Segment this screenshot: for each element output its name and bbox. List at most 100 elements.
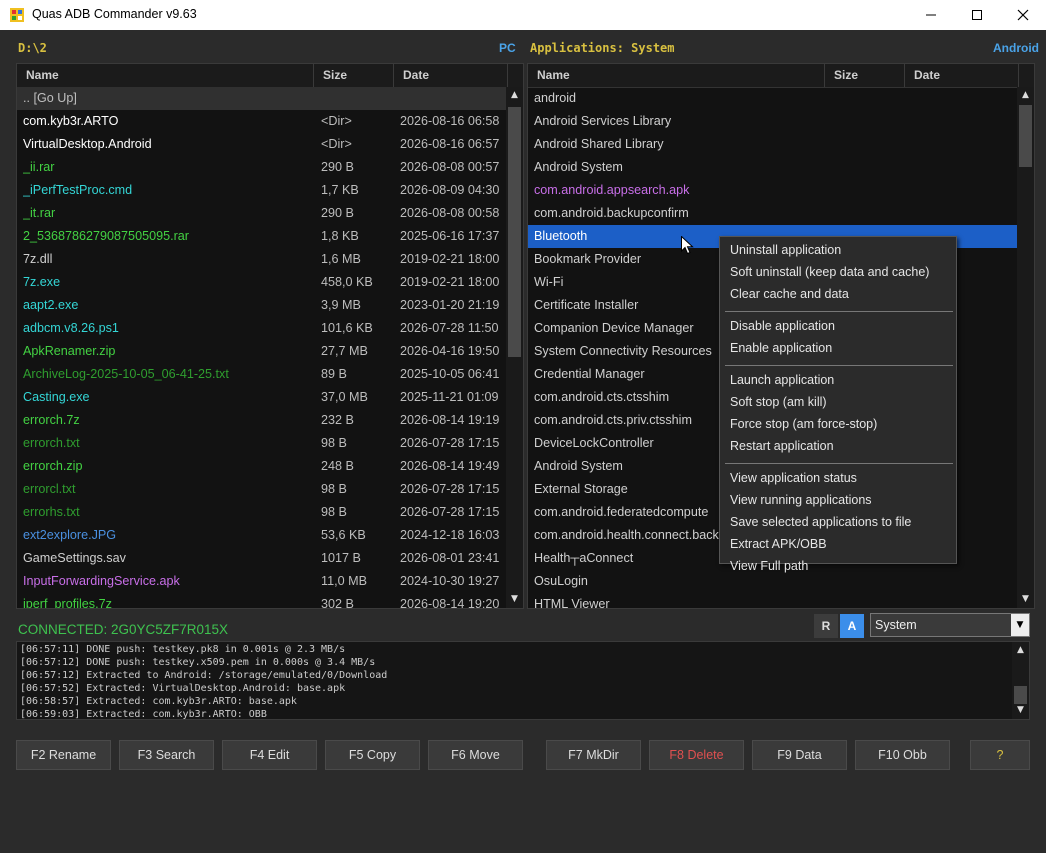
app-row[interactable]: Android Shared Library <box>528 133 1017 156</box>
file-row[interactable]: ArchiveLog-2025-10-05_06-41-25.txt 89 B 20… <box>17 363 506 386</box>
file-row[interactable]: adbcm.v8.26.ps1 101,6 KB 2026-07-28 11:50 <box>17 317 506 340</box>
function-key-button[interactable]: F5 Copy <box>325 740 420 770</box>
file-name: VirtualDesktop.Android <box>23 137 152 151</box>
app-row[interactable]: com.android.appsearch.apk <box>528 179 1017 202</box>
function-key-button[interactable]: F9 Data <box>752 740 847 770</box>
function-key-button[interactable]: F2 Rename <box>16 740 111 770</box>
app-row[interactable]: HTML Viewer <box>528 593 1017 608</box>
minimize-button[interactable] <box>908 0 954 30</box>
function-key-button[interactable]: F3 Search <box>119 740 214 770</box>
function-key-button[interactable]: F6 Move <box>428 740 523 770</box>
menu-item[interactable]: Soft stop (am kill) <box>730 393 827 411</box>
file-size: 37,0 MB <box>321 390 368 404</box>
function-key-button[interactable]: F7 MkDir <box>546 740 641 770</box>
file-row[interactable]: _iPerfTestProc.cmd 1,7 KB 2026-08-09 04:30 <box>17 179 506 202</box>
scroll-down-icon[interactable]: ▼ <box>506 591 523 608</box>
file-size: 290 B <box>321 206 354 220</box>
scroll-thumb[interactable] <box>508 107 521 357</box>
file-date: 2026-08-08 00:57 <box>400 160 500 174</box>
log-line: [06:57:52] Extracted: VirtualDesktop.And… <box>20 683 346 694</box>
file-row[interactable]: errorcl.txt 98 B 2026-07-28 17:15 <box>17 478 506 501</box>
menu-item[interactable]: Force stop (am force-stop) <box>730 415 877 433</box>
function-key-button[interactable]: ? <box>970 740 1030 770</box>
file-row[interactable]: ext2explore.JPG 53,6 KB 2024-12-18 16:03 <box>17 524 506 547</box>
log-output[interactable]: [06:57:11] DONE push: testkey.pk8 in 0.0… <box>16 641 1030 720</box>
file-row[interactable]: iperf_profiles.7z 302 B 2026-08-14 19:20 <box>17 593 506 608</box>
function-key-button[interactable]: F8 Delete <box>649 740 744 770</box>
file-size: 98 B <box>321 505 347 519</box>
menu-item[interactable]: View Full path <box>730 557 808 575</box>
file-row[interactable]: errorch.txt 98 B 2026-07-28 17:15 <box>17 432 506 455</box>
log-line: [06:57:12] DONE push: testkey.x509.pem i… <box>20 657 376 668</box>
app-row[interactable]: Android Services Library <box>528 110 1017 133</box>
file-size: 27,7 MB <box>321 344 368 358</box>
menu-item[interactable]: Uninstall application <box>730 241 841 259</box>
scroll-up-icon[interactable]: ▲ <box>1017 87 1034 104</box>
scroll-down-icon[interactable]: ▼ <box>1012 702 1029 719</box>
file-row[interactable]: _ii.rar 290 B 2026-08-08 00:57 <box>17 156 506 179</box>
file-row[interactable]: 7z.exe 458,0 KB 2019-02-21 18:00 <box>17 271 506 294</box>
left-scrollbar[interactable]: ▲ ▼ <box>506 87 523 608</box>
go-up-row[interactable]: .. [Go Up] <box>17 87 506 110</box>
r-toggle-button[interactable]: R <box>814 614 838 638</box>
file-name: .. [Go Up] <box>23 91 77 105</box>
app-filter-select[interactable]: System ▼ <box>870 613 1030 637</box>
file-row[interactable]: errorch.7z 232 B 2026-08-14 19:19 <box>17 409 506 432</box>
app-row[interactable]: android <box>528 87 1017 110</box>
menu-item[interactable]: Soft uninstall (keep data and cache) <box>730 263 929 281</box>
column-size-header[interactable]: Size <box>314 64 394 87</box>
menu-item[interactable]: Restart application <box>730 437 834 455</box>
app-row[interactable]: Android System <box>528 156 1017 179</box>
column-date-header[interactable]: Date <box>905 64 1019 87</box>
context-menu: Uninstall application Soft uninstall (kee… <box>719 236 957 573</box>
file-name: errorhs.txt <box>23 505 80 519</box>
right-scrollbar[interactable]: ▲ ▼ <box>1017 87 1034 608</box>
file-name: adbcm.v8.26.ps1 <box>23 321 119 335</box>
file-date: 2025-06-16 17:37 <box>400 229 500 243</box>
scroll-down-icon[interactable]: ▼ <box>1017 591 1034 608</box>
menu-item[interactable]: Save selected applications to file <box>730 513 911 531</box>
menu-item[interactable]: Clear cache and data <box>730 285 849 303</box>
close-button[interactable] <box>1000 0 1046 30</box>
file-row[interactable]: Casting.exe 37,0 MB 2025-11-21 01:09 <box>17 386 506 409</box>
file-row[interactable]: InputForwardingService.apk 11,0 MB 2024-10… <box>17 570 506 593</box>
file-row[interactable]: GameSettings.sav 1017 B 2026-08-01 23:41 <box>17 547 506 570</box>
column-date-header[interactable]: Date <box>394 64 508 87</box>
file-row[interactable]: 2_5368786279087505095.rar 1,8 KB 2025-06-1… <box>17 225 506 248</box>
log-scrollbar[interactable]: ▲ ▼ <box>1012 642 1029 719</box>
menu-item[interactable]: Launch application <box>730 371 834 389</box>
menu-item[interactable]: View application status <box>730 469 857 487</box>
file-name: GameSettings.sav <box>23 551 126 565</box>
app-row[interactable]: com.android.backupconfirm <box>528 202 1017 225</box>
column-size-header[interactable]: Size <box>825 64 905 87</box>
a-toggle-button[interactable]: A <box>840 614 864 638</box>
chevron-down-icon[interactable]: ▼ <box>1011 614 1029 636</box>
column-name-header[interactable]: Name <box>17 64 314 87</box>
file-row[interactable]: errorhs.txt 98 B 2026-07-28 17:15 <box>17 501 506 524</box>
left-column-header: Name Size Date <box>17 64 523 88</box>
file-date: 2026-08-01 23:41 <box>400 551 500 565</box>
file-size: 302 B <box>321 597 354 608</box>
file-size: 1,7 KB <box>321 183 359 197</box>
maximize-button[interactable] <box>954 0 1000 30</box>
menu-item[interactable]: Disable application <box>730 317 835 335</box>
scroll-thumb[interactable] <box>1019 105 1032 167</box>
column-name-header[interactable]: Name <box>528 64 825 87</box>
file-row[interactable]: com.kyb3r.ARTO <Dir> 2026-08-16 06:58 <box>17 110 506 133</box>
menu-item[interactable]: Enable application <box>730 339 832 357</box>
left-file-panel[interactable]: Name Size Date .. [Go Up] com.kyb3r.ARTO <… <box>16 63 524 609</box>
file-row[interactable]: aapt2.exe 3,9 MB 2023-01-20 21:19 <box>17 294 506 317</box>
function-key-button[interactable]: F4 Edit <box>222 740 317 770</box>
menu-item[interactable]: Extract APK/OBB <box>730 535 827 553</box>
file-row[interactable]: _it.rar 290 B 2026-08-08 00:58 <box>17 202 506 225</box>
connection-status: CONNECTED: 2G0YC5ZF7R015X <box>18 622 229 637</box>
file-row[interactable]: VirtualDesktop.Android <Dir> 2026-08-16 06… <box>17 133 506 156</box>
scroll-up-icon[interactable]: ▲ <box>506 87 523 104</box>
menu-item[interactable]: View running applications <box>730 491 872 509</box>
scroll-up-icon[interactable]: ▲ <box>1012 642 1029 659</box>
file-row[interactable]: ApkRenamer.zip 27,7 MB 2026-04-16 19:50 <box>17 340 506 363</box>
file-row[interactable]: errorch.zip 248 B 2026-08-14 19:49 <box>17 455 506 478</box>
file-name: aapt2.exe <box>23 298 79 312</box>
function-key-button[interactable]: F10 Obb <box>855 740 950 770</box>
file-row[interactable]: 7z.dll 1,6 MB 2019-02-21 18:00 <box>17 248 506 271</box>
